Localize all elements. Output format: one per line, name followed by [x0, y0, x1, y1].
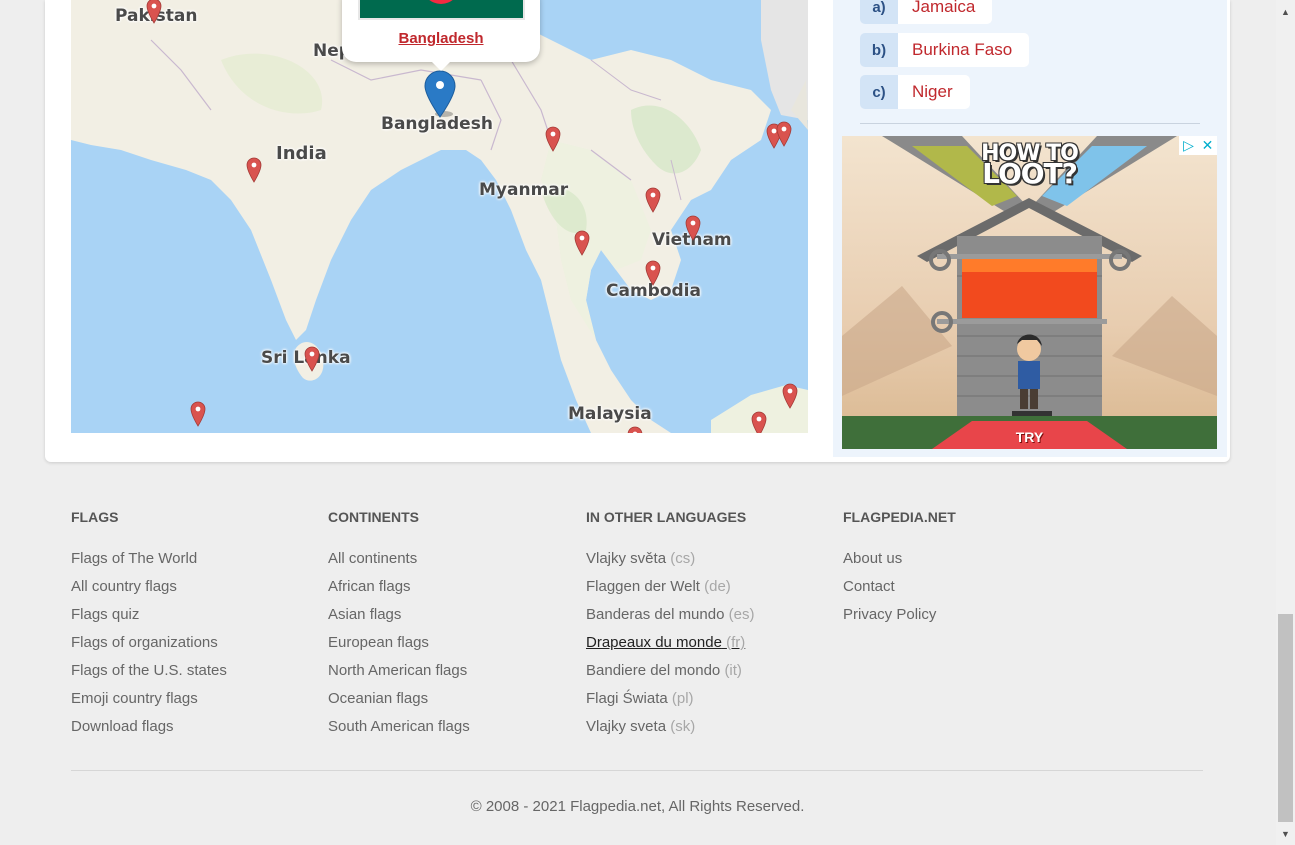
map-pin-pakistan[interactable] [146, 0, 162, 24]
answer-letter: a) [860, 0, 898, 24]
footer-link[interactable]: Emoji country flags [71, 685, 227, 713]
footer-language-link[interactable]: Flaggen der Welt (de) [586, 573, 754, 601]
world-map[interactable]: Pakistan Nep Bangladesh India Myanmar Vi… [71, 0, 808, 433]
map-label-malaysia: Malaysia [568, 404, 652, 424]
answer-text: Burkina Faso [898, 33, 1030, 67]
ad-headline: HOW TO LOOT? [842, 143, 1217, 190]
ad-headline-line2: LOOT? [982, 157, 1078, 190]
footer-language-link-hovered[interactable]: Drapeaux du monde (fr) [586, 629, 754, 657]
language-name: Banderas del mundo [586, 606, 725, 623]
map-pin-malaysia[interactable] [627, 426, 643, 433]
language-name: Flagi Świata [586, 690, 668, 707]
page-scrollbar[interactable]: ▲ ▼ [1276, 0, 1295, 845]
answer-letter: b) [860, 33, 898, 67]
footer-heading: FLAGS [71, 509, 119, 525]
language-code: (sk) [670, 718, 696, 735]
answer-text: Jamaica [898, 0, 993, 24]
scroll-up-arrow-icon[interactable]: ▲ [1276, 3, 1295, 20]
map-pin-laos[interactable] [645, 187, 661, 213]
map-pin-thailand[interactable] [574, 230, 590, 256]
footer-language-link[interactable]: Banderas del mundo (es) [586, 601, 754, 629]
language-code: (pl) [671, 690, 694, 707]
map-pin-maldives[interactable] [190, 401, 206, 427]
adchoices-icon[interactable]: ▷ [1179, 136, 1198, 155]
map-pin-china-2[interactable] [776, 121, 792, 147]
advertisement-banner[interactable]: HOW TO LOOT? TRY ▷ ✕ [842, 136, 1217, 449]
footer-language-link[interactable]: Bandiere del mondo (it) [586, 657, 754, 685]
popup-flag-image [358, 0, 525, 20]
footer-link[interactable]: Privacy Policy [843, 601, 956, 629]
footer-link[interactable]: South American flags [328, 713, 470, 741]
footer-link[interactable]: European flags [328, 629, 470, 657]
footer-column-flagpedia: FLAGPEDIA.NET About us Contact Privacy P… [843, 506, 956, 629]
popup-country-link[interactable]: Bangladesh [342, 30, 540, 47]
footer-link[interactable]: All country flags [71, 573, 227, 601]
ad-controls: ▷ ✕ [1179, 136, 1217, 155]
map-pin-sri-lanka[interactable] [304, 346, 320, 372]
quiz-divider [860, 123, 1200, 124]
map-pin-cambodia[interactable] [645, 260, 661, 286]
language-code: (fr) [726, 634, 746, 651]
language-code: (es) [728, 606, 755, 623]
footer-column-continents: CONTINENTS All continents African flags … [328, 506, 470, 741]
language-code: (cs) [670, 550, 696, 567]
footer-link[interactable]: Contact [843, 573, 956, 601]
language-name: Flaggen der Welt [586, 578, 700, 595]
map-label-india: India [276, 143, 327, 164]
map-pin-india[interactable] [246, 157, 262, 183]
quiz-answer-b[interactable]: b) Burkina Faso [860, 33, 1030, 67]
footer-link[interactable]: Asian flags [328, 601, 470, 629]
footer-heading: IN OTHER LANGUAGES [586, 509, 747, 525]
map-pin-brunei[interactable] [782, 383, 798, 409]
footer-link[interactable]: Oceanian flags [328, 685, 470, 713]
answer-text: Niger [898, 75, 970, 109]
footer-language-link[interactable]: Vlajky světa (cs) [586, 545, 754, 573]
language-name: Vlajky světa [586, 550, 667, 567]
footer-link[interactable]: Flags of The World [71, 545, 227, 573]
language-code: (de) [704, 578, 731, 595]
quiz-answer-a[interactable]: a) Jamaica [860, 0, 993, 24]
language-name: Bandiere del mondo [586, 662, 721, 679]
quiz-answer-c[interactable]: c) Niger [860, 75, 970, 109]
language-name: Vlajky sveta [586, 718, 667, 735]
footer-heading: CONTINENTS [328, 509, 419, 525]
scrollbar-thumb[interactable] [1278, 614, 1293, 822]
answer-letter: c) [860, 75, 898, 109]
footer-language-link[interactable]: Flagi Świata (pl) [586, 685, 754, 713]
map-label-myanmar: Myanmar [479, 180, 569, 200]
map-popup: Bangladesh [342, 0, 540, 71]
footer-link[interactable]: Flags of the U.S. states [71, 657, 227, 685]
language-name: Drapeaux du monde [586, 634, 722, 651]
scroll-down-arrow-icon[interactable]: ▼ [1276, 825, 1295, 842]
footer-link[interactable]: Download flags [71, 713, 227, 741]
ad-cta[interactable]: TRY [987, 429, 1072, 445]
map-pin-singapore[interactable] [751, 411, 767, 433]
footer-link[interactable]: African flags [328, 573, 470, 601]
footer-link[interactable]: Flags quiz [71, 601, 227, 629]
footer-heading: FLAGPEDIA.NET [843, 509, 956, 525]
copyright-text: © 2008 - 2021 Flagpedia.net, All Rights … [470, 798, 805, 815]
footer-link[interactable]: North American flags [328, 657, 470, 685]
footer-link[interactable]: All continents [328, 545, 470, 573]
map-pin-vietnam[interactable] [685, 215, 701, 241]
map-pin-myanmar[interactable] [545, 126, 561, 152]
footer-column-flags: FLAGS Flags of The World All country fla… [71, 506, 227, 741]
language-code: (it) [724, 662, 742, 679]
footer-language-link[interactable]: Vlajky sveta (sk) [586, 713, 754, 741]
map-pin-bangladesh-selected[interactable] [424, 70, 456, 118]
footer-column-languages: IN OTHER LANGUAGES Vlajky světa (cs) Fla… [586, 506, 754, 741]
footer-link[interactable]: About us [843, 545, 956, 573]
footer-divider [71, 770, 1203, 771]
close-icon[interactable]: ✕ [1198, 136, 1217, 155]
footer-link[interactable]: Flags of organizations [71, 629, 227, 657]
